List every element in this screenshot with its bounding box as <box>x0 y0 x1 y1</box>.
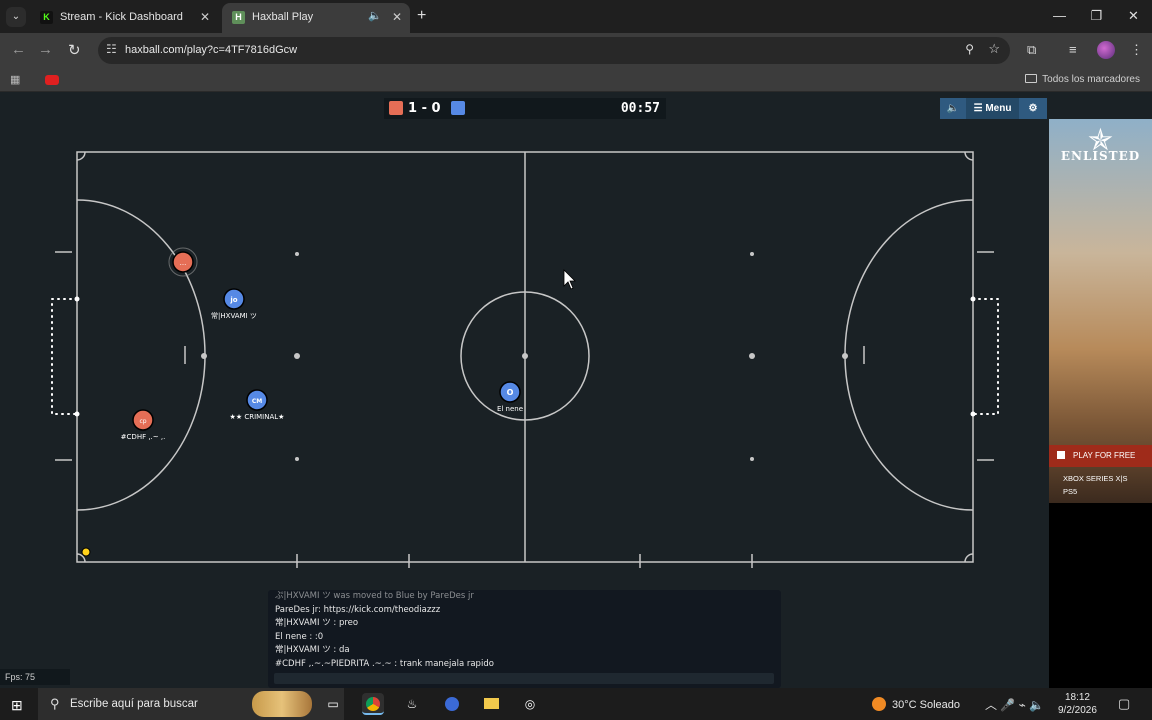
chat-line: 常|HXVAMI ツ : preo <box>275 618 359 629</box>
zoom-icon[interactable]: ⚲ <box>965 42 974 56</box>
page-viewport: 1 - 0 00:57 🔈 ☰ Menu ⚙ ... jo 常|HXVAMI ツ… <box>0 92 1152 688</box>
search-highlight-image <box>252 691 312 717</box>
player-avatar: CM <box>252 398 262 405</box>
chat-log: ぷ|HXVAMI ツ was moved to Blue by ParеDes … <box>275 590 494 672</box>
taskbar-clock[interactable]: 18:12 9/2/2026 <box>1058 691 1097 717</box>
player-name: 常|HXVAMI ツ <box>211 311 257 320</box>
chat-line: ぷ|HXVAMI ツ was moved to Blue by ParеDes … <box>275 591 474 601</box>
chat-line: #CDHF ,.~.~PIEDRITA .~.~ : trank manejal… <box>275 658 494 669</box>
clock-time: 18:12 <box>1064 692 1090 703</box>
taskbar-search[interactable]: ⚲ Escribe aquí para buscar <box>38 688 344 720</box>
speaker-icon[interactable]: 🔈 <box>368 9 382 22</box>
tab-search-button[interactable]: ⌄ <box>6 7 26 27</box>
restore-icon[interactable]: ❐ <box>1078 0 1115 33</box>
bookmarks-bar: ▦ Todos los marcadores <box>0 68 1152 92</box>
window-controls: — ❐ ✕ <box>1041 0 1152 33</box>
tab-kick-dashboard[interactable]: K Stream - Kick Dashboard ✕ <box>30 3 218 33</box>
minimize-icon[interactable]: — <box>1041 0 1078 33</box>
xbox-label: XBOX SERIES X|S <box>1063 474 1128 483</box>
windows-icon <box>1057 451 1065 459</box>
player-avatar: O <box>507 388 514 397</box>
close-window-icon[interactable]: ✕ <box>1115 0 1152 33</box>
browser-tab-strip: ⌄ K Stream - Kick Dashboard ✕ H Haxball … <box>0 0 1152 33</box>
obs-icon[interactable]: ◎ <box>519 693 541 715</box>
weather-text: 30°C Soleado <box>892 699 961 711</box>
player-name: ★★ CRIMINAL★ <box>230 413 285 421</box>
new-tab-button[interactable]: + <box>417 7 426 25</box>
notifications-icon[interactable]: ▢ <box>1118 696 1130 712</box>
chat-panel: ぷ|HXVAMI ツ was moved to Blue by ParеDes … <box>268 590 781 688</box>
apps-grid-icon[interactable]: ▦ <box>10 73 20 86</box>
more-menu-icon[interactable]: ⋮ <box>1130 42 1143 58</box>
address-bar[interactable]: ☷ haxball.com/play?c=4TF7816dGcw ⚲ ☆ <box>98 37 1010 64</box>
close-tab-icon[interactable]: ✕ <box>392 10 402 24</box>
chat-line: El nene : :0 <box>275 631 324 642</box>
tab-title: Stream - Kick Dashboard <box>60 11 183 23</box>
fps-counter: Fps: 75 <box>0 669 70 685</box>
search-placeholder: Escribe aquí para buscar <box>70 698 198 710</box>
folder-icon <box>1025 74 1038 83</box>
ball <box>81 547 91 557</box>
back-icon[interactable]: ← <box>11 41 26 58</box>
ad-empty-area <box>1049 503 1152 688</box>
site-info-icon[interactable]: ☷ <box>106 42 117 56</box>
player-avatar: ... <box>180 259 187 267</box>
play-for-free-button[interactable]: PLAY FOR FREE <box>1049 445 1152 467</box>
player-name: #CDHF ,.~ ,. <box>121 433 166 441</box>
youtube-icon[interactable] <box>45 75 59 85</box>
player-blue-2: CM ★★ CRIMINAL★ <box>230 389 285 421</box>
player-avatar: cp <box>139 418 146 425</box>
mouse-cursor <box>563 269 576 290</box>
all-bookmarks-label: Todos los marcadores <box>1042 74 1140 85</box>
corner-arc-tl <box>76 151 86 161</box>
system-tray[interactable]: ︿ 🎤 ⌁ 🔈 <box>985 696 1044 713</box>
ad-brand: ENLISTED <box>1060 149 1141 163</box>
player-name: El nene <box>497 405 523 413</box>
haxball-icon: H <box>232 11 245 24</box>
left-goal-net <box>51 298 78 415</box>
corner-arc-br <box>964 553 974 563</box>
player-red-2: cp #CDHF ,.~ ,. <box>121 409 166 441</box>
right-goal-net <box>972 298 999 415</box>
chrome-icon[interactable] <box>362 693 384 715</box>
kick-icon: K <box>40 11 53 24</box>
clock-date: 9/2/2026 <box>1058 705 1097 716</box>
reload-icon[interactable]: ↻ <box>68 41 81 59</box>
tab-haxball-play[interactable]: H Haxball Play 🔈 ✕ <box>222 3 410 33</box>
corner-arc-tr <box>964 151 974 161</box>
steam-icon[interactable]: ♨ <box>401 693 423 715</box>
chat-line: 常|HXVAMI ツ : da <box>275 645 350 656</box>
extensions-icon[interactable]: ⧉ <box>1027 42 1036 58</box>
search-icon: ⚲ <box>50 696 60 711</box>
player-blue-1: jo 常|HXVAMI ツ <box>211 288 257 320</box>
weather-widget[interactable]: 30°C Soleado <box>872 697 960 711</box>
url-text[interactable]: haxball.com/play?c=4TF7816dGcw <box>125 44 297 56</box>
windows-start-icon[interactable]: ⊞ <box>11 697 23 714</box>
windows-taskbar: ⊞ ⚲ Escribe aquí para buscar ▭ ♨ ◎ 30°C … <box>0 688 1152 720</box>
chrome-app-icon[interactable] <box>441 693 463 715</box>
sun-icon <box>872 697 886 711</box>
player-blue-3: O El nene <box>497 381 523 413</box>
left-penalty-arc <box>76 199 206 511</box>
ad-cta-label: PLAY FOR FREE <box>1073 451 1136 460</box>
task-view-icon[interactable]: ▭ <box>322 693 344 715</box>
close-tab-icon[interactable]: ✕ <box>200 10 210 24</box>
file-explorer-icon[interactable] <box>480 693 502 715</box>
browser-toolbar: ← → ↻ ☷ haxball.com/play?c=4TF7816dGcw ⚲… <box>0 33 1152 68</box>
media-controls-icon[interactable]: ≡ <box>1069 42 1077 57</box>
bookmark-star-icon[interactable]: ☆ <box>988 41 1000 57</box>
tab-title: Haxball Play <box>252 11 314 23</box>
advertisement-banner[interactable]: ✯ ENLISTED PLAY FOR FREE XBOX SERIES X|S… <box>1049 119 1152 503</box>
ad-platforms: XBOX SERIES X|S PS5 <box>1063 472 1127 498</box>
forward-icon[interactable]: → <box>38 41 53 58</box>
chat-line: PareDes jr: https://kick.com/theodiazzz <box>275 604 441 615</box>
chat-input[interactable] <box>274 673 774 684</box>
ps5-label: PS5 <box>1063 487 1078 496</box>
all-bookmarks-button[interactable]: Todos los marcadores <box>1025 74 1140 85</box>
player-red-1: ... <box>168 247 198 277</box>
profile-avatar[interactable] <box>1097 41 1115 59</box>
player-avatar: jo <box>229 296 237 304</box>
